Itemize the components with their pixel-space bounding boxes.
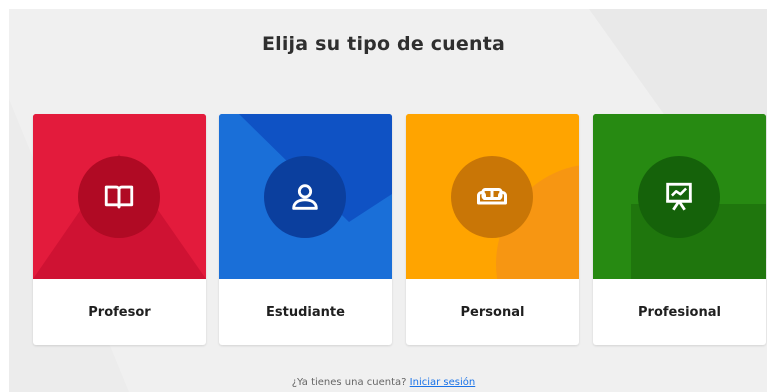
card-header (593, 114, 766, 279)
login-prompt: ¿Ya tienes una cuenta? Iniciar sesión (0, 377, 767, 388)
card-icon-circle (264, 156, 346, 238)
card-header (33, 114, 206, 279)
user-icon (292, 184, 318, 210)
account-type-card-profesional[interactable]: Profesional (593, 114, 766, 345)
card-header (219, 114, 392, 279)
account-type-card-estudiante[interactable]: Estudiante (219, 114, 392, 345)
card-icon-circle (638, 156, 720, 238)
card-icon-circle (451, 156, 533, 238)
presentation-icon (666, 182, 692, 211)
card-label: Profesor (88, 304, 151, 320)
card-icon-circle (78, 156, 160, 238)
sofa-icon (477, 188, 507, 205)
card-label: Personal (460, 304, 525, 320)
card-header (406, 114, 579, 279)
account-type-card-personal[interactable]: Personal (406, 114, 579, 345)
card-label: Estudiante (266, 304, 345, 320)
book-icon (104, 185, 134, 209)
card-label: Profesional (638, 304, 721, 320)
login-question: ¿Ya tienes una cuenta? (291, 377, 407, 388)
account-type-card-profesor[interactable]: Profesor (33, 114, 206, 345)
login-link[interactable]: Iniciar sesión (410, 377, 476, 388)
page-title: Elija su tipo de cuenta (261, 33, 506, 55)
